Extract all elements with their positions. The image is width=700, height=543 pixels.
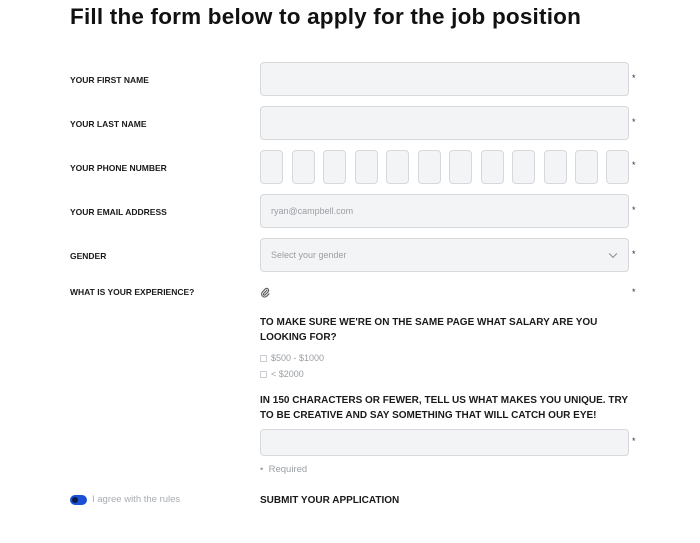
unique-question: IN 150 CHARACTERS OR FEWER, TELL US WHAT… [260,395,628,421]
gender-label: GENDER [70,251,107,261]
last-name-label: YOUR LAST NAME [70,119,147,129]
required-mark: * [632,436,636,446]
submit-button[interactable]: SUBMIT YOUR APPLICATION [260,495,399,506]
phone-digit-input[interactable] [575,150,598,184]
required-mark: * [632,73,636,83]
phone-digit-input[interactable] [291,150,315,184]
salary-option[interactable]: < $2000 [260,369,304,379]
phone-digit-input[interactable] [543,150,567,184]
email-label: YOUR EMAIL ADDRESS [70,207,167,217]
salary-option-label: < $2000 [271,369,304,379]
toggle-knob [72,497,78,503]
phone-digit-input[interactable] [260,150,283,184]
email-field[interactable]: ryan@campbell.com [260,194,629,228]
checkbox[interactable] [260,370,267,378]
first-name-label: YOUR FIRST NAME [70,75,149,85]
phone-digit-input[interactable] [449,150,472,184]
agree-toggle[interactable] [70,495,87,505]
salary-question: TO MAKE SURE WE'RE ON THE SAME PAGE WHAT… [260,317,598,343]
email-placeholder: ryan@campbell.com [271,206,354,216]
phone-digit-input[interactable] [606,150,629,184]
salary-option-label: $500 - $1000 [271,353,325,363]
page-title: Fill the form below to apply for the job… [70,4,582,29]
gender-select[interactable]: Select your gender [260,238,629,272]
gender-placeholder: Select your gender [271,250,347,260]
phone-digit-input[interactable] [512,150,535,184]
phone-digit-input[interactable] [323,150,346,184]
required-mark: * [632,205,636,215]
required-mark: * [632,160,636,170]
agree-label: I agree with the rules [92,494,181,505]
bullet-icon: • [260,464,269,475]
required-mark: * [632,287,636,297]
phone-digit-input[interactable] [480,150,504,184]
paperclip-icon[interactable] [260,287,270,299]
phone-digit-input[interactable] [386,150,409,184]
required-mark: * [632,117,636,127]
required-mark: * [632,249,636,259]
phone-digit-input[interactable] [417,150,441,184]
required-hint-text: Required [268,464,308,475]
experience-label: WHAT IS YOUR EXPERIENCE? [70,287,195,297]
checkbox[interactable] [260,354,267,362]
chevron-down-icon [608,249,618,259]
required-hint: • Required [260,464,307,475]
unique-field[interactable] [260,429,629,456]
phone-digit-input[interactable] [354,150,378,184]
phone-number-label: YOUR PHONE NUMBER [70,163,167,173]
first-name-field[interactable] [260,62,629,96]
last-name-field[interactable] [260,106,629,140]
salary-option[interactable]: $500 - $1000 [260,353,324,363]
